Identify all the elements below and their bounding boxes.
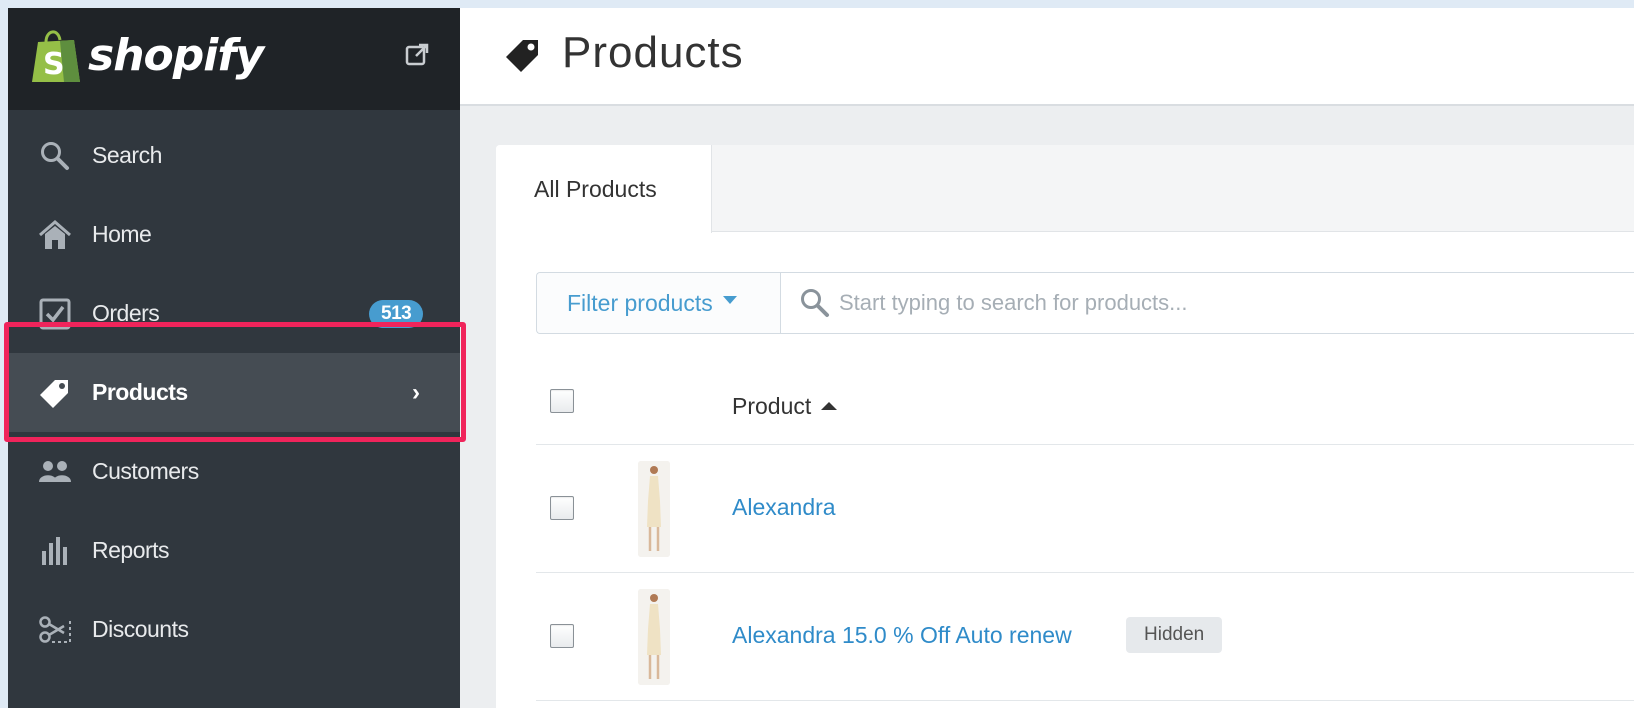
sidebar-item-discounts[interactable]: Discounts — [8, 590, 460, 669]
select-all-checkbox[interactable] — [550, 389, 574, 413]
product-column-label: Product — [732, 393, 812, 419]
status-badge: Hidden — [1126, 617, 1223, 653]
products-table: Product Alexandra Alexandra 15.0 % Off A… — [536, 355, 1634, 701]
sidebar-item-customers[interactable]: Customers — [8, 432, 460, 511]
tag-icon — [506, 40, 538, 72]
tab-bar: All Products — [496, 145, 1634, 233]
page-header: Products — [460, 8, 1634, 106]
search-icon — [38, 139, 72, 173]
external-link-icon[interactable] — [404, 42, 430, 68]
filter-bar: Filter products — [536, 272, 1634, 334]
bar-chart-icon — [38, 534, 72, 568]
caret-down-icon — [722, 296, 737, 304]
table-row: Alexandra 15.0 % Off Auto renew Hidden — [536, 573, 1634, 701]
product-link[interactable]: Alexandra — [732, 494, 836, 521]
svg-text:S: S — [43, 47, 65, 82]
brand-name: shopify — [88, 30, 264, 81]
page-title: Products — [562, 28, 744, 77]
table-header: Product — [536, 355, 1634, 445]
products-card: All Products Filter products Product — [496, 145, 1634, 708]
row-checkbox[interactable] — [550, 624, 574, 648]
sidebar-item-label: Home — [92, 221, 152, 247]
tab-all-products[interactable]: All Products — [496, 145, 712, 233]
product-thumbnail[interactable] — [638, 589, 670, 685]
brand-bar: S shopify — [8, 8, 460, 110]
scissors-icon — [38, 613, 72, 647]
product-link[interactable]: Alexandra 15.0 % Off Auto renew — [732, 622, 1072, 649]
sidebar-item-search[interactable]: Search — [8, 116, 460, 195]
sidebar-item-label: Search — [92, 142, 162, 168]
sidebar-item-reports[interactable]: Reports — [8, 511, 460, 590]
product-search-input[interactable] — [839, 281, 1619, 325]
filter-products-button[interactable]: Filter products — [537, 273, 781, 333]
row-checkbox[interactable] — [550, 496, 574, 520]
sidebar-item-home[interactable]: Home — [8, 195, 460, 274]
table-row: Alexandra — [536, 445, 1634, 573]
sidebar-item-label: Reports — [92, 537, 170, 563]
highlight-frame — [4, 322, 466, 442]
sort-ascending-icon — [821, 402, 838, 410]
customers-icon — [38, 455, 72, 489]
home-icon — [38, 218, 72, 252]
product-column-header[interactable]: Product — [732, 393, 838, 420]
sidebar-item-label: Discounts — [92, 616, 189, 642]
search-icon — [801, 289, 829, 317]
shopify-logo-icon[interactable]: S — [30, 26, 82, 84]
filter-products-label: Filter products — [567, 289, 713, 316]
sidebar-item-label: Customers — [92, 458, 199, 484]
product-thumbnail[interactable] — [638, 461, 670, 557]
